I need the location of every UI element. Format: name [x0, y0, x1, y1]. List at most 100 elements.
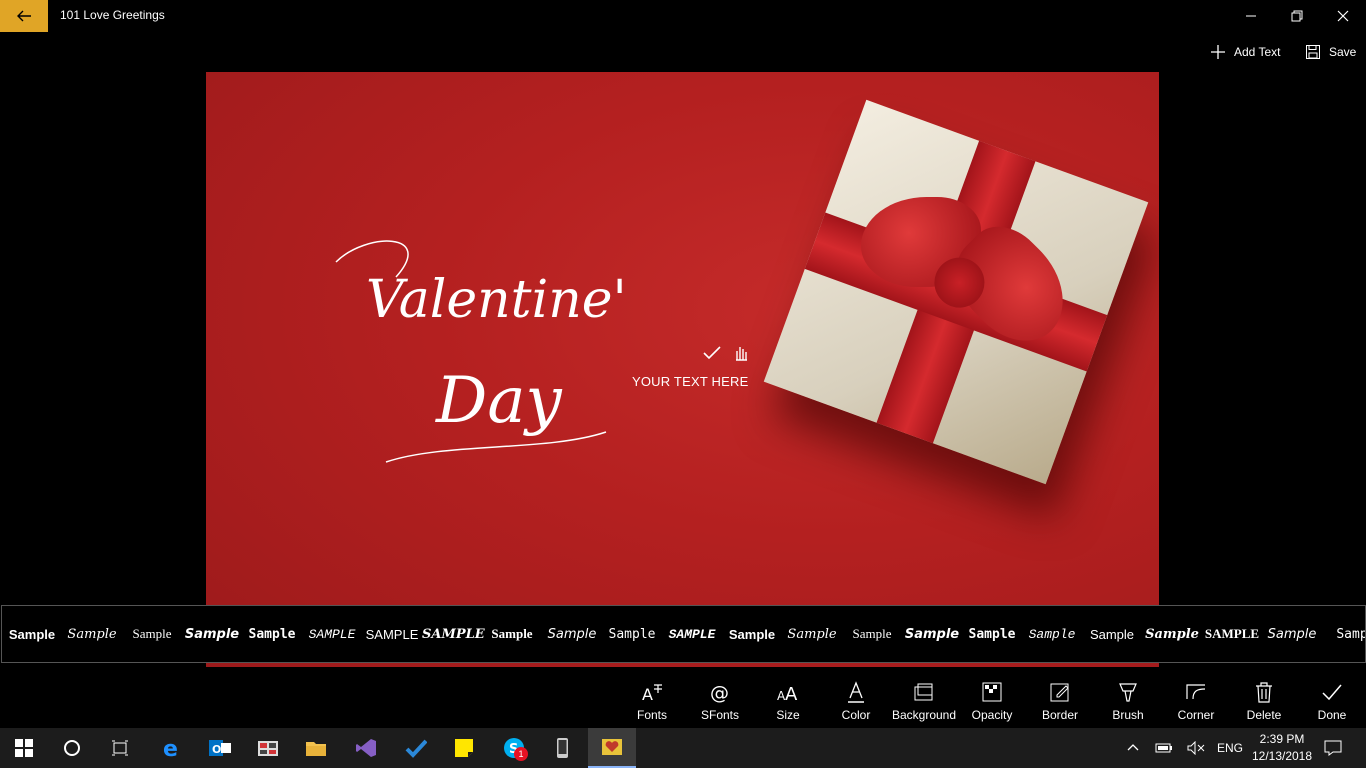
background-icon [914, 683, 933, 701]
app-store-tiles-button[interactable] [244, 728, 292, 768]
notification-icon [1324, 740, 1342, 756]
checkmark-icon [1322, 684, 1342, 701]
font-sample-item[interactable]: Sample [842, 626, 902, 642]
volume-button[interactable] [1184, 728, 1208, 768]
phone-app-button[interactable] [538, 728, 586, 768]
font-size-icon: AA [777, 684, 798, 703]
chevron-up-icon [1127, 744, 1139, 751]
minimize-button[interactable] [1228, 0, 1274, 32]
at-sign-icon: @ [710, 682, 729, 703]
svg-text:A: A [642, 685, 653, 703]
start-button[interactable] [0, 728, 48, 768]
edge-browser-button[interactable]: e [148, 728, 196, 768]
restore-button[interactable] [1274, 0, 1320, 32]
font-sample-item[interactable]: Sample [602, 627, 662, 642]
plus-icon [1211, 45, 1225, 59]
save-label: Save [1329, 45, 1357, 59]
font-sample-item[interactable]: Sample [62, 627, 122, 642]
visual-studio-button[interactable] [342, 728, 390, 768]
close-button[interactable] [1320, 0, 1366, 32]
restore-icon [1291, 10, 1303, 22]
text-color-icon [848, 681, 864, 703]
font-sample-item[interactable]: Sample [962, 627, 1022, 642]
font-sample-item[interactable]: SAMPLE [662, 627, 722, 642]
font-sample-item[interactable]: Sample [182, 627, 242, 642]
font-sample-item[interactable]: Sample [482, 626, 542, 642]
text-overlay[interactable]: YOUR TEXT HERE [632, 374, 748, 389]
font-sample-item[interactable]: Sample [1142, 627, 1202, 642]
sfonts-button[interactable]: @ SFonts [686, 672, 754, 728]
edge-icon: e [163, 737, 178, 759]
size-button[interactable]: AA Size [754, 672, 822, 728]
action-center-button[interactable] [1320, 728, 1346, 768]
minimize-icon [1246, 15, 1256, 17]
svg-text:e: e [163, 737, 178, 759]
font-sample-item[interactable]: Samp [1322, 627, 1365, 642]
font-sample-item[interactable]: Sample [2, 627, 62, 642]
font-sample-item[interactable]: Sample [902, 627, 962, 642]
back-button[interactable] [0, 0, 48, 32]
app-title: 101 Love Greetings [60, 8, 165, 22]
taskbar: e O S 1 ENG 2:39 PM 12/13/2018 [0, 728, 1366, 768]
todo-button[interactable] [392, 728, 440, 768]
task-view-button[interactable] [96, 728, 144, 768]
task-view-icon [112, 740, 128, 756]
svg-text:Day: Day [435, 364, 562, 438]
outlook-button[interactable]: O [196, 728, 244, 768]
border-button[interactable]: Border [1026, 672, 1094, 728]
fonts-button[interactable]: A Fonts [618, 672, 686, 728]
font-sample-item[interactable]: SAMPLE [1202, 626, 1262, 642]
love-greetings-icon [602, 739, 622, 755]
font-sample-item[interactable]: SAMPLE [362, 627, 422, 642]
svg-text:O: O [212, 743, 221, 756]
svg-text:@: @ [710, 682, 729, 703]
battery-button[interactable] [1152, 728, 1176, 768]
system-clock[interactable]: 2:39 PM 12/13/2018 [1246, 731, 1318, 765]
font-sample-item[interactable]: SAMPLE [302, 627, 362, 642]
font-sample-strip[interactable]: Sample Sample Sample Sample Sample SAMPLE SAMP… [1, 605, 1366, 663]
show-hidden-icons-button[interactable] [1122, 728, 1144, 768]
font-sample-item[interactable]: Sample [542, 627, 602, 642]
love-greetings-taskbar-button[interactable] [588, 728, 636, 768]
windows-logo-icon [15, 739, 33, 757]
font-sample-item[interactable]: Sample [1022, 627, 1082, 642]
skype-button[interactable]: S 1 [490, 728, 538, 768]
font-sample-item[interactable]: Sample [722, 627, 782, 642]
font-sample-item[interactable]: Sample [242, 627, 302, 642]
save-icon [1306, 45, 1320, 59]
sticky-notes-button[interactable] [440, 728, 488, 768]
trash-icon [1256, 682, 1272, 703]
brush-button[interactable]: Brush [1094, 672, 1162, 728]
outlook-icon: O [209, 740, 231, 756]
confirm-check-icon[interactable] [702, 345, 722, 361]
sticky-note-icon [455, 739, 473, 757]
todo-check-icon [405, 739, 427, 758]
edit-toolbar: A Fonts @ SFonts AA Size Color Backgroun… [618, 672, 1366, 728]
back-arrow-icon [17, 10, 31, 22]
file-explorer-button[interactable] [292, 728, 340, 768]
corner-icon [1186, 684, 1206, 700]
add-text-button[interactable]: Add Text [1210, 41, 1280, 63]
cortana-button[interactable] [48, 728, 96, 768]
font-sample-item[interactable]: Sample [122, 626, 182, 642]
font-sample-item[interactable]: Sample [1082, 627, 1142, 642]
font-sample-item[interactable]: Sample [782, 627, 842, 642]
clock-date: 12/13/2018 [1251, 749, 1313, 763]
clock-time: 2:39 PM [1259, 732, 1305, 746]
font-sample-item[interactable]: Sample [1262, 627, 1322, 642]
valentines-day-script-art: Valentine's Day [335, 240, 626, 463]
title-bar: 101 Love Greetings [0, 0, 1366, 32]
close-icon [1337, 10, 1349, 22]
input-language-button[interactable]: ENG [1212, 728, 1248, 768]
fonts-icon: A [642, 684, 662, 703]
opacity-button[interactable]: Opacity [958, 672, 1026, 728]
done-button[interactable]: Done [1298, 672, 1366, 728]
color-button[interactable]: Color [822, 672, 890, 728]
save-button[interactable]: Save [1305, 41, 1356, 63]
font-sample-item[interactable]: SAMPLE [422, 627, 485, 642]
delete-button[interactable]: Delete [1230, 672, 1298, 728]
corner-button[interactable]: Corner [1162, 672, 1230, 728]
drag-hand-icon[interactable] [732, 344, 750, 362]
background-button[interactable]: Background [890, 672, 958, 728]
greeting-card-canvas[interactable]: Valentine's Day YOUR TEXT HERE [206, 72, 1159, 667]
